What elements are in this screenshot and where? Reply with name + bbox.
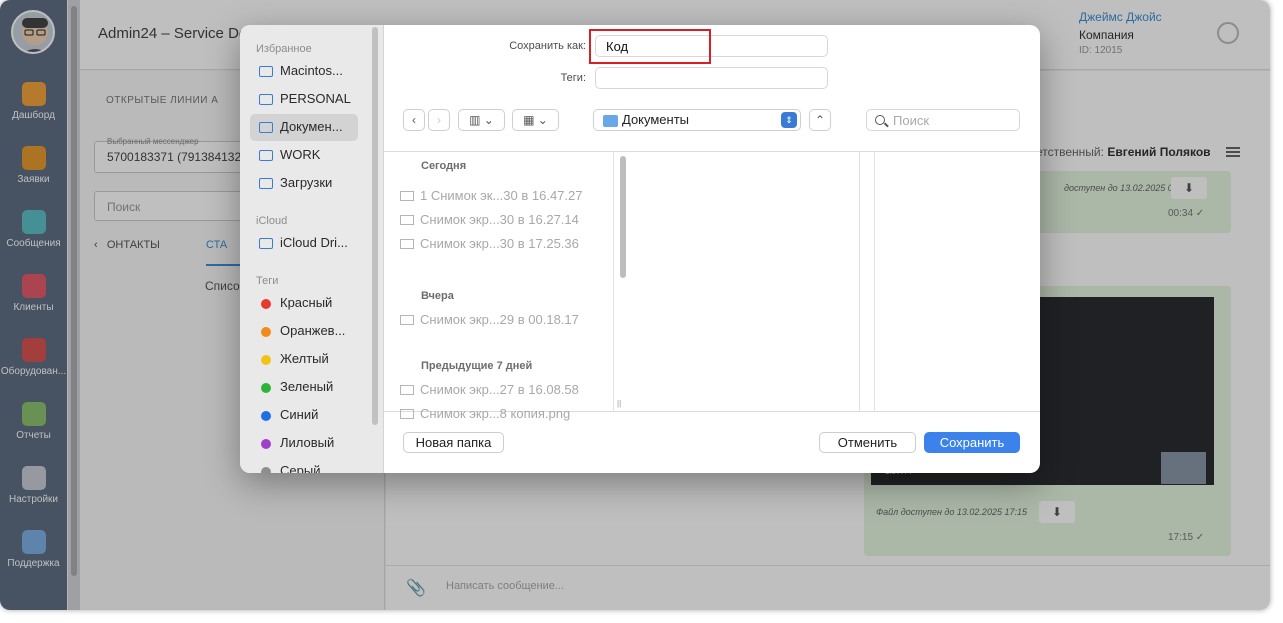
file-name: Снимок экр...27 в 16.08.58 (420, 382, 579, 397)
sidebar-item-label: Желтый (280, 351, 329, 366)
column-scrollbar[interactable] (620, 156, 626, 278)
sidebar-section-header: iCloud (256, 215, 288, 227)
document-icon (259, 122, 273, 133)
sidebar-item-label: PERSONAL (280, 91, 351, 106)
search-icon (875, 115, 885, 125)
file-name: 1 Снимок эк...30 в 16.47.27 (420, 188, 583, 203)
image-file-icon (400, 315, 414, 325)
column-resize-handle[interactable]: || (617, 399, 621, 408)
sidebar-item-label: Докумен... (280, 119, 343, 134)
file-group-header: Сегодня (421, 160, 467, 172)
folder-icon (603, 115, 618, 127)
tag-color-icon (261, 439, 271, 449)
tag-color-icon (261, 355, 271, 365)
sidebar-item-label: iCloud Dri... (280, 235, 348, 250)
folder-icon (259, 150, 273, 161)
file-row[interactable]: Снимок экр...8 копия.png (400, 406, 600, 421)
sidebar-item[interactable]: Желтый (250, 346, 358, 373)
dialog-sidebar: Избранное Macintos... PERSONAL Докумен... WO… (240, 25, 384, 473)
sidebar-item-label: Macintos... (280, 63, 343, 78)
image-file-icon (400, 385, 414, 395)
tag-color-icon (261, 299, 271, 309)
sidebar-item[interactable]: Оранжев... (250, 318, 358, 345)
sidebar-item-label: Зеленый (280, 379, 334, 394)
sidebar-item-label: Серый (280, 463, 321, 473)
dialog-search-placeholder: Поиск (893, 113, 930, 128)
sidebar-item[interactable]: Синий (250, 402, 358, 429)
folder-icon (259, 94, 273, 105)
image-file-icon (400, 409, 414, 419)
sidebar-item-label: WORK (280, 147, 321, 162)
sidebar-item[interactable]: Лиловый (250, 430, 358, 457)
tag-color-icon (261, 467, 271, 473)
file-list-column: Сегодня 1 Снимок эк...30 в 16.47.27 Снимок… (384, 152, 614, 421)
tag-color-icon (261, 411, 271, 421)
image-file-icon (400, 239, 414, 249)
file-name: Снимок экр...8 копия.png (420, 406, 571, 421)
tags-field[interactable] (595, 67, 828, 89)
chevron-updown-icon: ⇕ (781, 112, 797, 128)
location-select[interactable]: Документы ⇕ (593, 109, 801, 131)
sidebar-item[interactable]: Серый (250, 458, 358, 473)
file-browser: Сегодня 1 Снимок эк...30 в 16.47.27 Снимок… (384, 151, 1040, 421)
app-window: Дашборд Заявки Сообщения Клиенты Оборудован.… (0, 0, 1270, 610)
file-row[interactable]: Снимок экр...30 в 16.27.14 (400, 212, 600, 227)
file-name: Снимок экр...30 в 16.27.14 (420, 212, 579, 227)
cancel-button[interactable]: Отменить (819, 432, 916, 453)
group-view-button[interactable]: ▦ ⌄ (512, 109, 559, 131)
sidebar-section-header: Избранное (256, 43, 312, 55)
sidebar-section-header: Теги (256, 275, 279, 287)
sidebar-item[interactable]: Macintos... (250, 58, 358, 85)
back-button[interactable]: ‹ (403, 109, 425, 131)
highlight-box (589, 29, 711, 64)
sidebar-item[interactable]: PERSONAL (250, 86, 358, 113)
file-group-header: Вчера (421, 290, 454, 302)
file-group-header: Предыдущие 7 дней (421, 360, 533, 372)
collapse-button[interactable]: ⌃ (809, 109, 831, 131)
tag-color-icon (261, 327, 271, 337)
file-row[interactable]: Снимок экр...30 в 17.25.36 (400, 236, 600, 251)
file-row[interactable]: 1 Снимок эк...30 в 16.47.27 (400, 188, 600, 203)
preview-column (874, 152, 1040, 411)
save-dialog: Избранное Macintos... PERSONAL Докумен... WO… (240, 25, 1040, 473)
dialog-search-input[interactable]: Поиск (866, 109, 1020, 131)
tag-color-icon (261, 383, 271, 393)
sidebar-item-label: Оранжев... (280, 323, 346, 338)
cloud-icon (259, 238, 273, 249)
sidebar-item-label: Синий (280, 407, 319, 422)
hard-drive-icon (259, 66, 273, 77)
sidebar-item[interactable]: Зеленый (250, 374, 358, 401)
image-file-icon (400, 215, 414, 225)
new-folder-button[interactable]: Новая папка (403, 432, 504, 453)
file-row[interactable]: Снимок экр...29 в 00.18.17 (400, 312, 600, 327)
forward-button[interactable]: › (428, 109, 450, 131)
sidebar-scrollbar[interactable] (372, 27, 378, 425)
sidebar-item-label: Загрузки (280, 175, 333, 190)
image-file-icon (400, 191, 414, 201)
sidebar-item[interactable]: Красный (250, 290, 358, 317)
sidebar-item-label: Красный (280, 295, 333, 310)
file-name: Снимок экр...29 в 00.18.17 (420, 312, 579, 327)
file-name: Снимок экр...30 в 17.25.36 (420, 236, 579, 251)
empty-column (629, 152, 860, 411)
sidebar-item[interactable]: Загрузки (250, 170, 358, 197)
tags-label: Теги: (560, 72, 586, 84)
sidebar-item[interactable]: iCloud Dri... (250, 230, 358, 257)
sidebar-item-label: Лиловый (280, 435, 335, 450)
downloads-icon (259, 178, 273, 189)
sidebar-item[interactable]: Докумен... (250, 114, 358, 141)
view-columns-button[interactable]: ▥ ⌄ (458, 109, 505, 131)
sidebar-item[interactable]: WORK (250, 142, 358, 169)
file-row[interactable]: Снимок экр...27 в 16.08.58 (400, 382, 600, 397)
save-button[interactable]: Сохранить (924, 432, 1020, 453)
save-as-label: Сохранить как: (509, 40, 586, 52)
location-label: Документы (622, 112, 690, 127)
